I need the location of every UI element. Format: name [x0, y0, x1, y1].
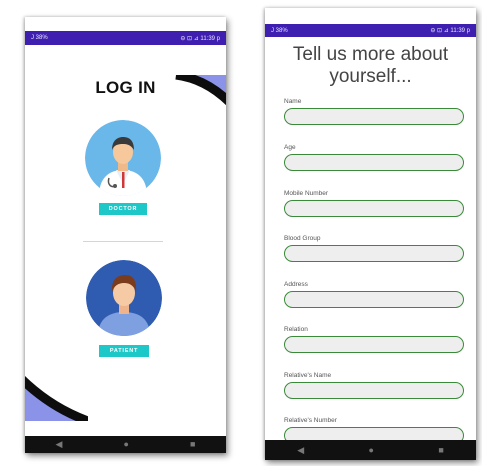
status-bar: J 38% ⊖ ⊡ ⊿ 11:39 p — [265, 24, 476, 37]
relatives-name-field[interactable] — [284, 382, 464, 399]
relatives-name-label: Relative's Name — [284, 372, 332, 379]
mobile-number-label: Mobile Number — [284, 190, 329, 197]
login-screen: J 38% ⊖ ⊡ ⊿ 11:39 p LOG IN DOCTOR PATIEN… — [25, 17, 226, 453]
corner-decoration-bottom — [25, 375, 88, 421]
address-field[interactable] — [284, 291, 464, 308]
divider — [83, 241, 163, 242]
doctor-avatar-icon[interactable] — [85, 120, 161, 196]
registration-screen: J 38% ⊖ ⊡ ⊿ 11:39 p Tell us more about y… — [265, 8, 476, 460]
doctor-button[interactable]: DOCTOR — [99, 203, 147, 215]
home-circle-icon[interactable]: ● — [124, 440, 129, 449]
name-label: Name — [284, 98, 302, 105]
age-label: Age — [284, 144, 296, 151]
status-carrier: J 38% — [271, 27, 288, 34]
navigation-bar: ◀ ● ■ — [25, 436, 226, 453]
name-field[interactable] — [284, 108, 464, 125]
mobile-number-field[interactable] — [284, 200, 464, 217]
recents-square-icon[interactable]: ■ — [190, 440, 195, 449]
navigation-bar: ◀ ● ■ — [265, 440, 476, 460]
status-carrier: J 38% — [31, 35, 48, 41]
patient-button[interactable]: PATIENT — [99, 345, 149, 357]
recents-square-icon[interactable]: ■ — [438, 445, 443, 455]
back-triangle-icon[interactable]: ◀ — [56, 440, 63, 449]
relation-field[interactable] — [284, 336, 464, 353]
patient-avatar-icon[interactable] — [86, 260, 162, 336]
back-triangle-icon[interactable]: ◀ — [297, 445, 304, 455]
age-field[interactable] — [284, 154, 464, 171]
relation-label: Relation — [284, 326, 308, 333]
page-title: LOG IN — [95, 78, 156, 97]
address-label: Address — [284, 281, 308, 288]
blood-group-label: Blood Group — [284, 235, 321, 242]
status-time: ⊖ ⊡ ⊿ 11:39 p — [180, 35, 220, 42]
form-title: Tell us more about yourself... — [292, 44, 449, 87]
status-time: ⊖ ⊡ ⊿ 11:39 p — [430, 28, 470, 34]
blood-group-field[interactable] — [284, 245, 464, 262]
status-bar: J 38% ⊖ ⊡ ⊿ 11:39 p — [25, 31, 226, 45]
home-circle-icon[interactable]: ● — [369, 445, 374, 455]
relatives-number-label: Relative's Number — [284, 417, 337, 424]
